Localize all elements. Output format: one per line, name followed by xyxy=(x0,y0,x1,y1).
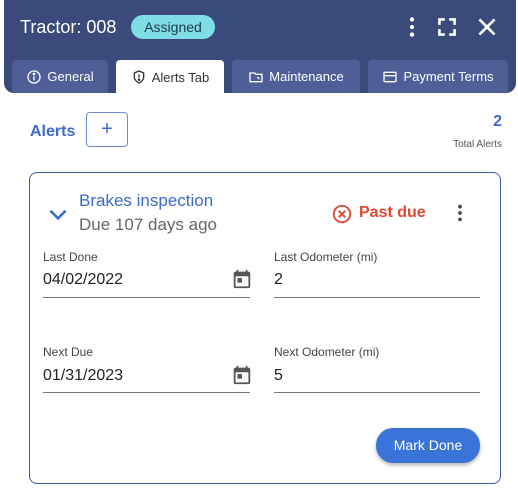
next-odometer-field[interactable]: 5 xyxy=(274,367,283,385)
cancel-circle-icon xyxy=(331,203,353,225)
alert-name: Brakes inspection xyxy=(79,191,214,210)
next-odometer-underline xyxy=(274,392,480,393)
next-due-label: Next Due xyxy=(43,345,94,359)
tab-general[interactable]: General xyxy=(12,60,108,93)
fullscreen-icon[interactable] xyxy=(434,14,460,40)
next-due-underline xyxy=(43,392,250,393)
info-circle-icon xyxy=(27,69,42,84)
status-badge: Assigned xyxy=(131,15,215,39)
credit-card-icon xyxy=(383,71,398,82)
add-alert-button[interactable]: + xyxy=(86,112,128,147)
total-alerts-label: Total Alerts xyxy=(453,139,502,150)
next-due-field[interactable]: 01/31/2023 xyxy=(43,367,123,385)
next-odometer-label: Next Odometer (mi) xyxy=(274,345,380,359)
tab-maintenance[interactable]: Maintenance xyxy=(232,60,360,93)
shield-alert-icon xyxy=(133,70,145,84)
page-title: Tractor: 008 xyxy=(20,17,117,37)
total-alerts-count: 2 xyxy=(493,113,502,130)
last-odometer-label: Last Odometer (mi) xyxy=(274,250,378,264)
calendar-icon[interactable] xyxy=(231,268,253,290)
calendar-icon[interactable] xyxy=(231,364,253,386)
more-vert-icon[interactable] xyxy=(399,14,425,40)
last-done-underline xyxy=(43,297,250,298)
alert-more-icon[interactable] xyxy=(449,202,471,224)
mark-done-button[interactable]: Mark Done xyxy=(376,428,480,463)
close-icon[interactable] xyxy=(474,14,500,40)
tab-maintenance-label: Maintenance xyxy=(269,69,344,84)
last-done-label: Last Done xyxy=(43,250,98,264)
last-odometer-underline xyxy=(274,297,480,298)
tab-alerts[interactable]: Alerts Tab xyxy=(116,60,224,94)
tab-alerts-label: Alerts Tab xyxy=(151,69,210,85)
past-due-status: Past due xyxy=(359,204,426,221)
tab-general-label: General xyxy=(47,69,94,84)
folder-wrench-icon xyxy=(249,71,263,82)
chevron-down-icon[interactable] xyxy=(45,201,71,227)
last-odometer-field[interactable]: 2 xyxy=(274,271,283,289)
alerts-section-title: Alerts xyxy=(30,123,76,140)
tab-payment-terms[interactable]: Payment Terms xyxy=(368,60,508,93)
window-header: Tractor: 008 Assigned General Alerts Tab… xyxy=(4,0,516,94)
last-done-field[interactable]: 04/02/2022 xyxy=(43,271,123,289)
alert-due-text: Due 107 days ago xyxy=(79,215,217,234)
tab-payment-terms-label: Payment Terms xyxy=(403,69,494,84)
